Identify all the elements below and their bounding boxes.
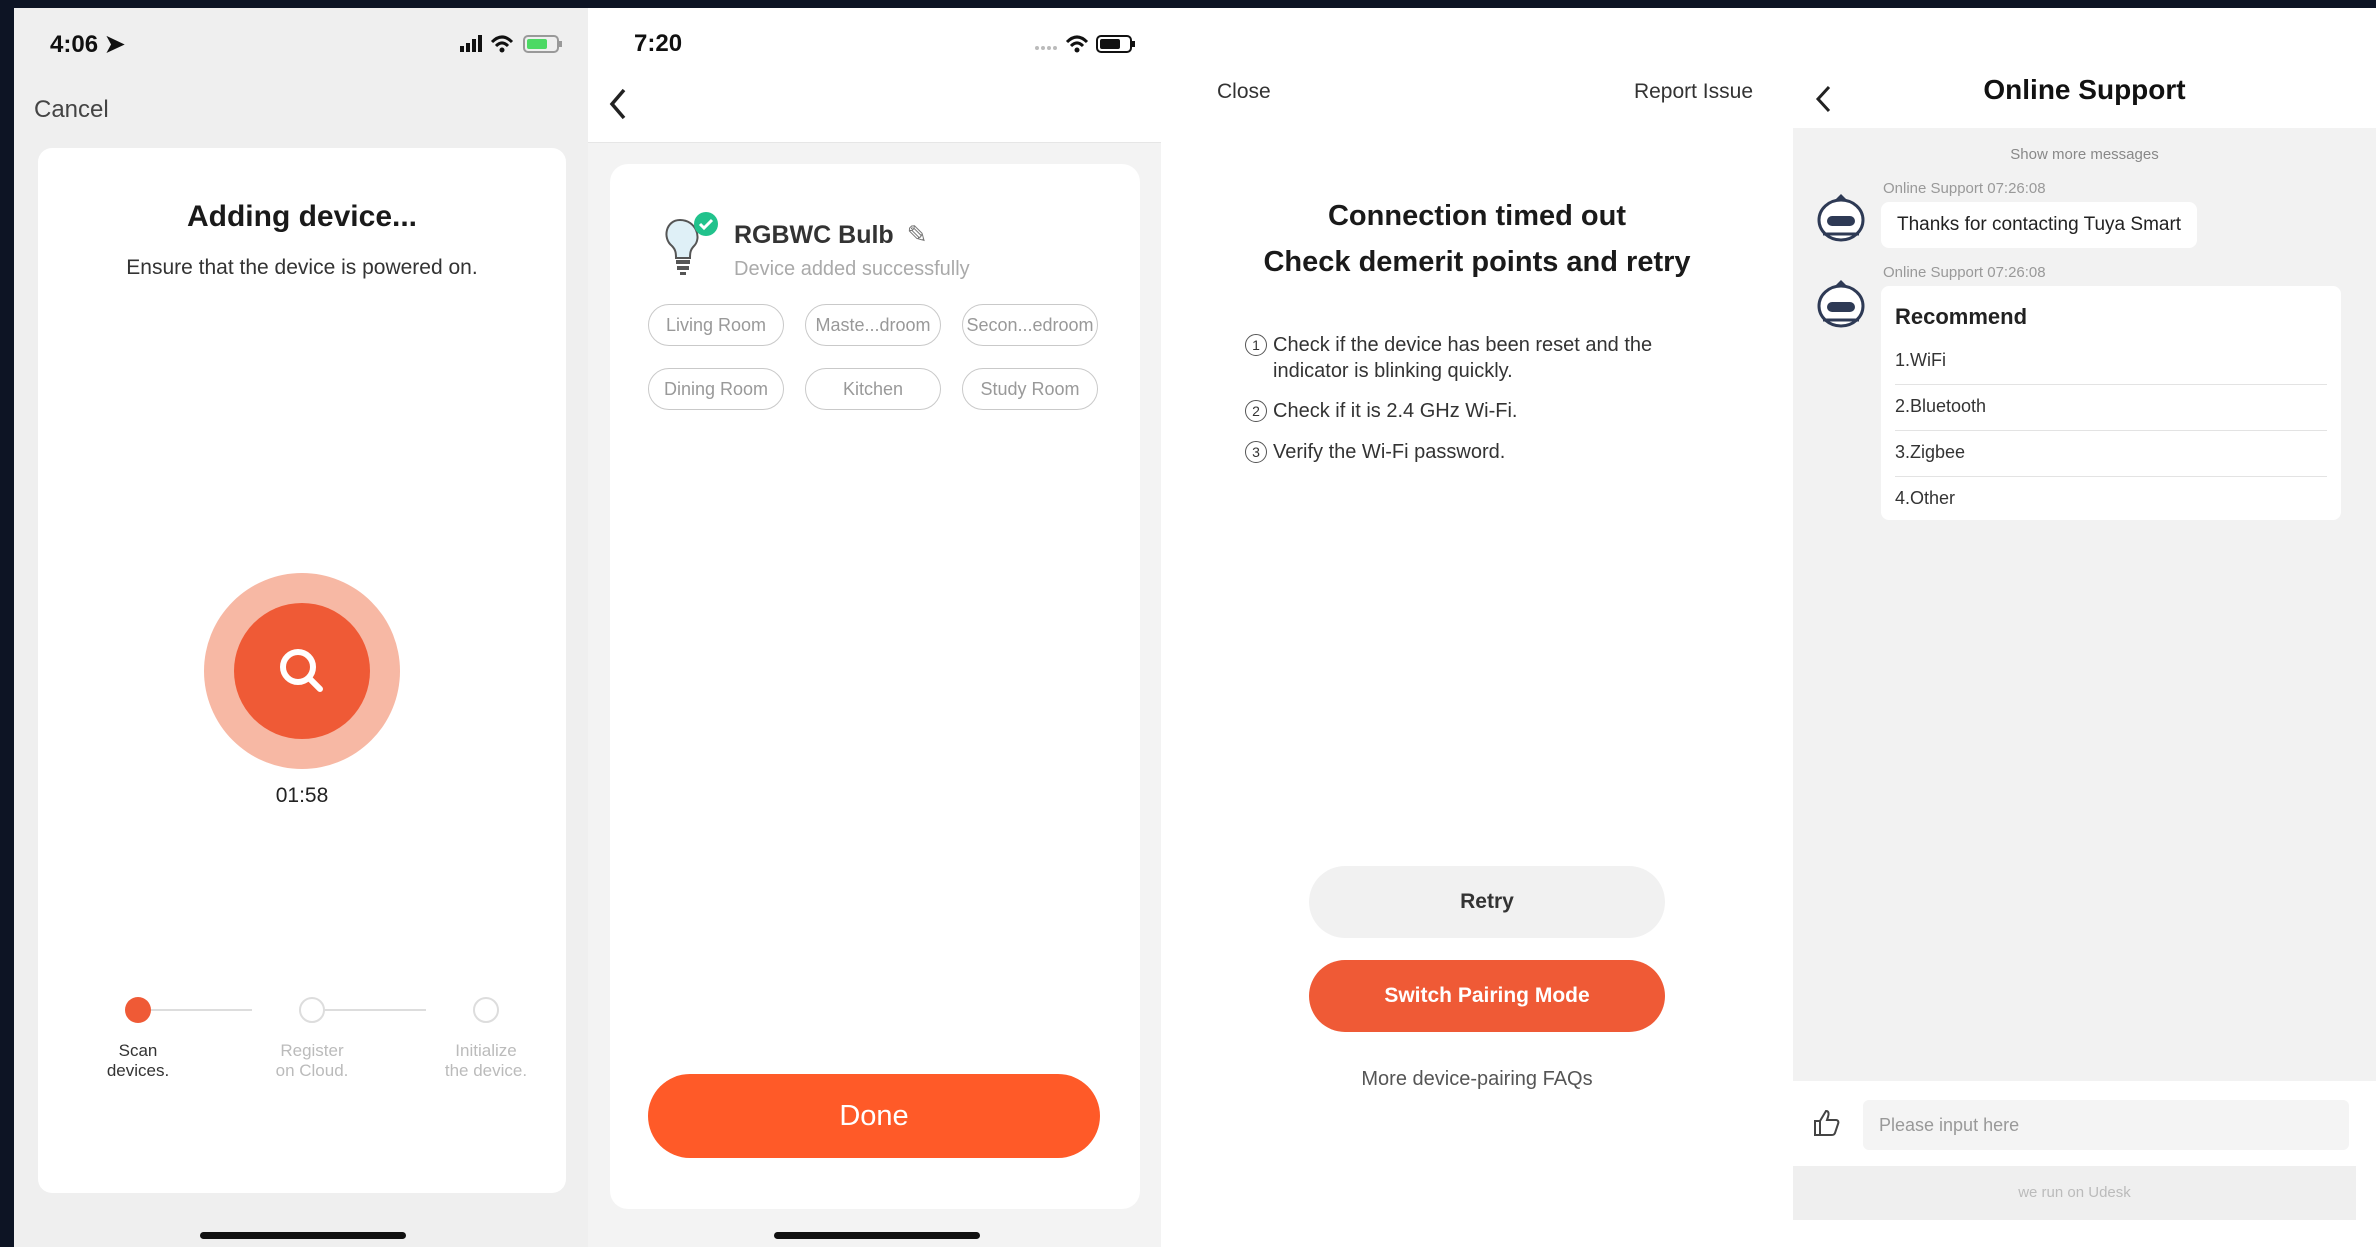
room-chip-living[interactable]: Living Room (648, 304, 784, 346)
progress-steps: Scan devices. Register on Cloud. Initializ… (78, 993, 528, 1093)
recommend-card: Recommend 1.WiFi 2.Bluetooth 3.Zigbee 4.… (1881, 286, 2341, 520)
location-arrow-icon: ➤ (104, 31, 125, 58)
signal-wifi-battery-icon (460, 35, 562, 53)
recommend-item-bluetooth[interactable]: 2.Bluetooth (1895, 386, 2327, 431)
page-title: Adding device... (186, 200, 418, 233)
recommend-item-wifi[interactable]: 1.WiFi (1895, 340, 2327, 385)
step-label-register: Register on Cloud. (275, 1041, 349, 1080)
report-issue-button[interactable]: Report Issue (1634, 80, 1753, 104)
tip-item: 1 Check if the device has been reset and … (1245, 332, 1693, 384)
online-support-screen: Online Support Show more messages Online… (1793, 8, 2376, 1247)
step-initialize-icon (473, 997, 499, 1023)
adding-device-screen: 4:06 ➤ Cancel Adding device... Ensure th… (14, 8, 588, 1247)
chat-input-bar: Please input here (1793, 1090, 2376, 1160)
retry-button[interactable]: Retry (1309, 866, 1665, 938)
udesk-footer: we run on Udesk (1793, 1166, 2356, 1220)
error-subtitle: Check demerit points and retry (1263, 246, 1691, 278)
status-icons (458, 32, 568, 59)
device-added-screen: 7:20 RGBWC Bulb ✎ Device added successfu (588, 8, 1161, 1247)
wifi-battery-icon (1035, 35, 1135, 53)
edit-pencil-icon[interactable]: ✎ (907, 221, 928, 249)
robot-avatar-icon (1813, 278, 1869, 334)
bulb-icon (662, 212, 720, 283)
search-icon (280, 649, 323, 692)
message-meta: Online Support 07:26:08 (1883, 180, 2046, 197)
recommend-item-other[interactable]: 4.Other (1895, 478, 2327, 522)
nav-bar: 7:20 (588, 8, 1161, 143)
room-chip-second[interactable]: Secon...edroom (962, 304, 1098, 346)
robot-avatar-icon (1813, 192, 1869, 248)
message-input[interactable]: Please input here (1863, 1100, 2349, 1150)
error-title: Connection timed out (1327, 200, 1627, 232)
message-meta: Online Support 07:26:08 (1883, 264, 2046, 281)
page-title: Online Support (1983, 74, 2186, 105)
status-icons (1031, 32, 1141, 59)
connection-timeout-screen: Close Report Issue Connection timed out … (1161, 8, 1793, 1247)
chat-area: Show more messages Online Support 07:26:… (1793, 128, 2376, 1081)
room-chip-study[interactable]: Study Room (962, 368, 1098, 410)
close-button[interactable]: Close (1217, 80, 1271, 104)
scan-animation (204, 573, 400, 769)
status-time: 7:20 (634, 30, 683, 57)
recommend-title: Recommend (1895, 304, 2028, 329)
room-chip-dining[interactable]: Dining Room (648, 368, 784, 410)
room-chip-master[interactable]: Maste...droom (805, 304, 941, 346)
chevron-left-icon (609, 88, 626, 120)
device-status: Device added successfully (734, 258, 970, 280)
step-label-initialize: Initialize the device. (444, 1041, 528, 1080)
back-button[interactable] (606, 86, 630, 132)
page-subtitle: Ensure that the device is powered on. (126, 256, 478, 279)
show-more-messages-link[interactable]: Show more messages (1793, 146, 2376, 163)
done-button[interactable]: Done (648, 1074, 1100, 1158)
adding-device-card: Adding device... Ensure that the device … (38, 148, 566, 1193)
tip-item: 3 Verify the Wi-Fi password. (1245, 439, 1693, 465)
pairing-faq-link[interactable]: More device-pairing FAQs (1161, 1068, 1793, 1091)
message-bubble: Thanks for contacting Tuya Smart (1881, 202, 2198, 248)
room-chip-kitchen[interactable]: Kitchen (805, 368, 941, 410)
countdown-timer: 01:58 (275, 784, 329, 807)
home-indicator (200, 1232, 406, 1239)
tip-item: 2 Check if it is 2.4 GHz Wi-Fi. (1245, 398, 1693, 424)
home-indicator (774, 1232, 980, 1239)
cancel-button[interactable]: Cancel (34, 96, 109, 124)
device-name: RGBWC Bulb ✎ (734, 221, 928, 249)
step-label-scan: Scan devices. (106, 1041, 170, 1080)
step-scan-icon (125, 997, 151, 1023)
switch-pairing-mode-button[interactable]: Switch Pairing Mode (1309, 960, 1665, 1032)
status-time: 4:06 ➤ (50, 31, 125, 58)
step-cloud-icon (299, 997, 325, 1023)
device-card: RGBWC Bulb ✎ Device added successfully L… (610, 164, 1140, 1209)
thumbs-up-icon[interactable] (1811, 1108, 1841, 1143)
recommend-item-zigbee[interactable]: 3.Zigbee (1895, 432, 2327, 477)
